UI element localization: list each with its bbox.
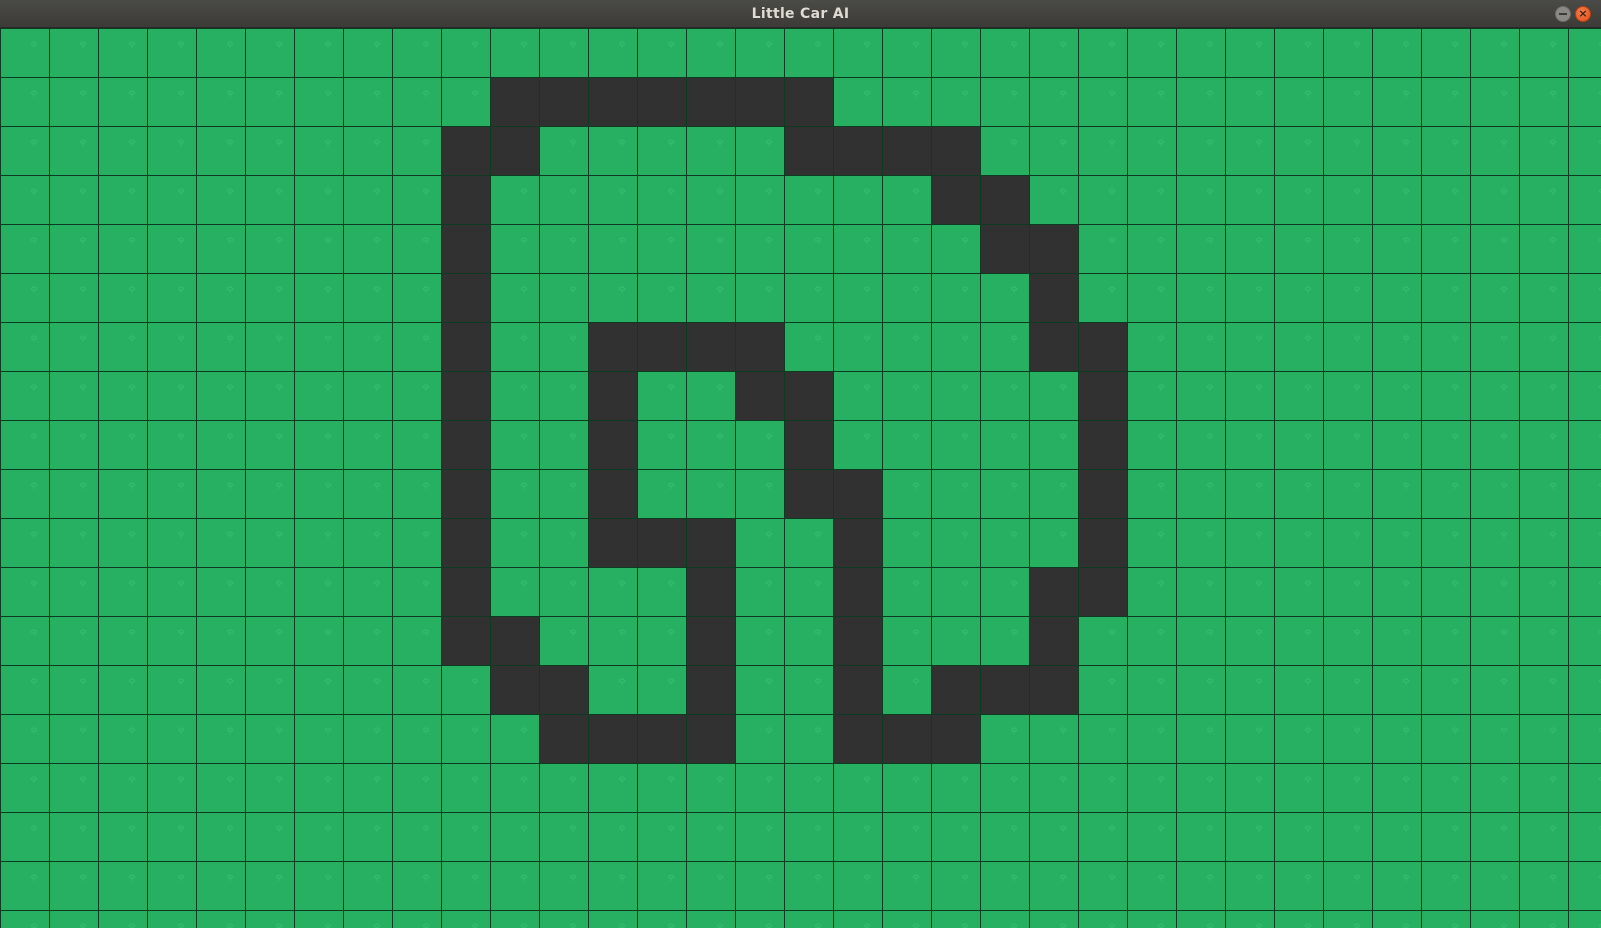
track-tile	[882, 126, 931, 175]
track-tile	[539, 665, 588, 714]
track-tile	[441, 273, 490, 322]
track-tile	[1029, 567, 1078, 616]
track-tile	[931, 714, 980, 763]
track-tile	[441, 126, 490, 175]
track-tile	[686, 322, 735, 371]
track-tile	[588, 420, 637, 469]
track-tile	[735, 77, 784, 126]
track-tile	[490, 126, 539, 175]
track-tile	[588, 322, 637, 371]
app-window: Little Car AI ×	[0, 0, 1601, 928]
track-tile	[1078, 371, 1127, 420]
track-tile	[686, 665, 735, 714]
track-tile	[539, 77, 588, 126]
window-title: Little Car AI	[751, 6, 850, 22]
track-tile	[833, 567, 882, 616]
track-tile	[441, 616, 490, 665]
track-tile	[1078, 322, 1127, 371]
track-tile	[784, 77, 833, 126]
track-tile	[686, 567, 735, 616]
track-tile	[980, 224, 1029, 273]
close-icon: ×	[1578, 7, 1588, 20]
track-tile	[833, 616, 882, 665]
track-tile	[833, 714, 882, 763]
track-tile	[637, 322, 686, 371]
track-tile	[980, 175, 1029, 224]
track-tile	[1078, 420, 1127, 469]
track-tile	[931, 175, 980, 224]
track-tile	[931, 665, 980, 714]
track-tile	[931, 126, 980, 175]
track-tile	[1029, 665, 1078, 714]
track-tile	[686, 616, 735, 665]
track-tile	[833, 126, 882, 175]
track-tile	[735, 322, 784, 371]
track-tile	[735, 371, 784, 420]
track-tile	[833, 665, 882, 714]
track-tile	[441, 469, 490, 518]
track-tile	[784, 371, 833, 420]
track-tile	[441, 371, 490, 420]
track-tile	[637, 77, 686, 126]
track-tile	[686, 77, 735, 126]
track-tile	[1029, 616, 1078, 665]
close-button[interactable]: ×	[1575, 6, 1591, 22]
minimize-button[interactable]	[1555, 6, 1571, 22]
track-tile	[490, 665, 539, 714]
track-tile	[490, 616, 539, 665]
track-tile	[588, 77, 637, 126]
track-tile	[588, 469, 637, 518]
track-tile	[833, 469, 882, 518]
track-tile	[441, 518, 490, 567]
track-tile	[637, 714, 686, 763]
game-canvas[interactable]	[0, 28, 1601, 928]
track-tile	[441, 420, 490, 469]
track-tile	[1078, 518, 1127, 567]
track-tile	[1029, 322, 1078, 371]
track-tile	[441, 322, 490, 371]
track-tile	[441, 224, 490, 273]
track-tile	[882, 714, 931, 763]
track-tile	[784, 420, 833, 469]
track-tile	[588, 371, 637, 420]
track-tile	[1078, 469, 1127, 518]
track-tile	[637, 518, 686, 567]
track-tile	[441, 567, 490, 616]
track-tile	[588, 714, 637, 763]
track-tile	[686, 518, 735, 567]
track-tile	[588, 518, 637, 567]
track-tile	[784, 469, 833, 518]
track-map	[0, 28, 1601, 928]
title-bar[interactable]: Little Car AI ×	[0, 0, 1601, 28]
track-tile	[490, 77, 539, 126]
track-tile	[1029, 224, 1078, 273]
track-tile	[686, 714, 735, 763]
track-tile	[833, 518, 882, 567]
track-tile	[441, 175, 490, 224]
track-tile	[1078, 567, 1127, 616]
track-tile	[980, 665, 1029, 714]
track-tile	[539, 714, 588, 763]
track-tile	[1029, 273, 1078, 322]
track-tile	[784, 126, 833, 175]
